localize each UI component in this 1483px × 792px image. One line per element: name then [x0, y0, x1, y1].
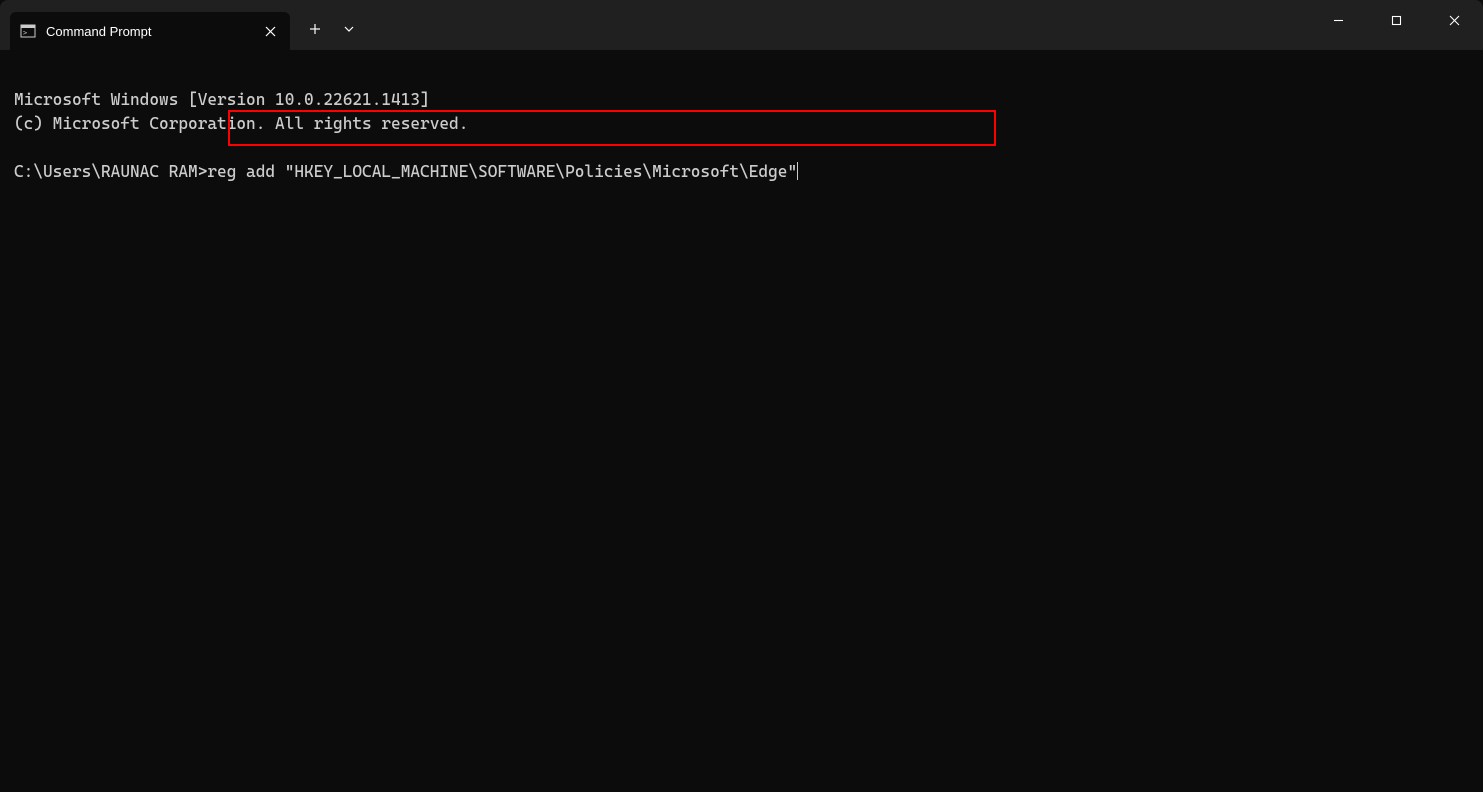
- maximize-icon: [1391, 15, 1402, 26]
- tab-dropdown-button[interactable]: [332, 12, 366, 46]
- command-input[interactable]: reg add "HKEY_LOCAL_MACHINE\SOFTWARE\Pol…: [207, 162, 797, 181]
- window-close-button[interactable]: [1425, 0, 1483, 40]
- svg-text:>_: >_: [23, 29, 32, 37]
- window-controls: [1309, 0, 1483, 50]
- new-tab-button[interactable]: [298, 12, 332, 46]
- chevron-down-icon: [343, 23, 355, 35]
- close-icon: [1449, 15, 1460, 26]
- minimize-button[interactable]: [1309, 0, 1367, 40]
- tab-command-prompt[interactable]: >_ Command Prompt: [10, 12, 290, 50]
- maximize-button[interactable]: [1367, 0, 1425, 40]
- tabs-area: >_ Command Prompt: [0, 0, 366, 50]
- copyright-line: (c) Microsoft Corporation. All rights re…: [14, 114, 468, 133]
- prompt-line: C:\Users\RAUNAC RAM>reg add "HKEY_LOCAL_…: [14, 160, 798, 184]
- terminal-icon: >_: [20, 23, 36, 39]
- prompt-text: C:\Users\RAUNAC RAM>: [14, 162, 207, 181]
- tab-close-button[interactable]: [260, 21, 280, 41]
- text-cursor: [797, 162, 798, 180]
- minimize-icon: [1333, 15, 1344, 26]
- close-icon: [265, 26, 276, 37]
- terminal-area[interactable]: Microsoft Windows [Version 10.0.22621.14…: [0, 50, 1483, 222]
- tab-title: Command Prompt: [46, 24, 230, 39]
- plus-icon: [309, 23, 321, 35]
- version-line: Microsoft Windows [Version 10.0.22621.14…: [14, 90, 430, 109]
- titlebar: >_ Command Prompt: [0, 0, 1483, 50]
